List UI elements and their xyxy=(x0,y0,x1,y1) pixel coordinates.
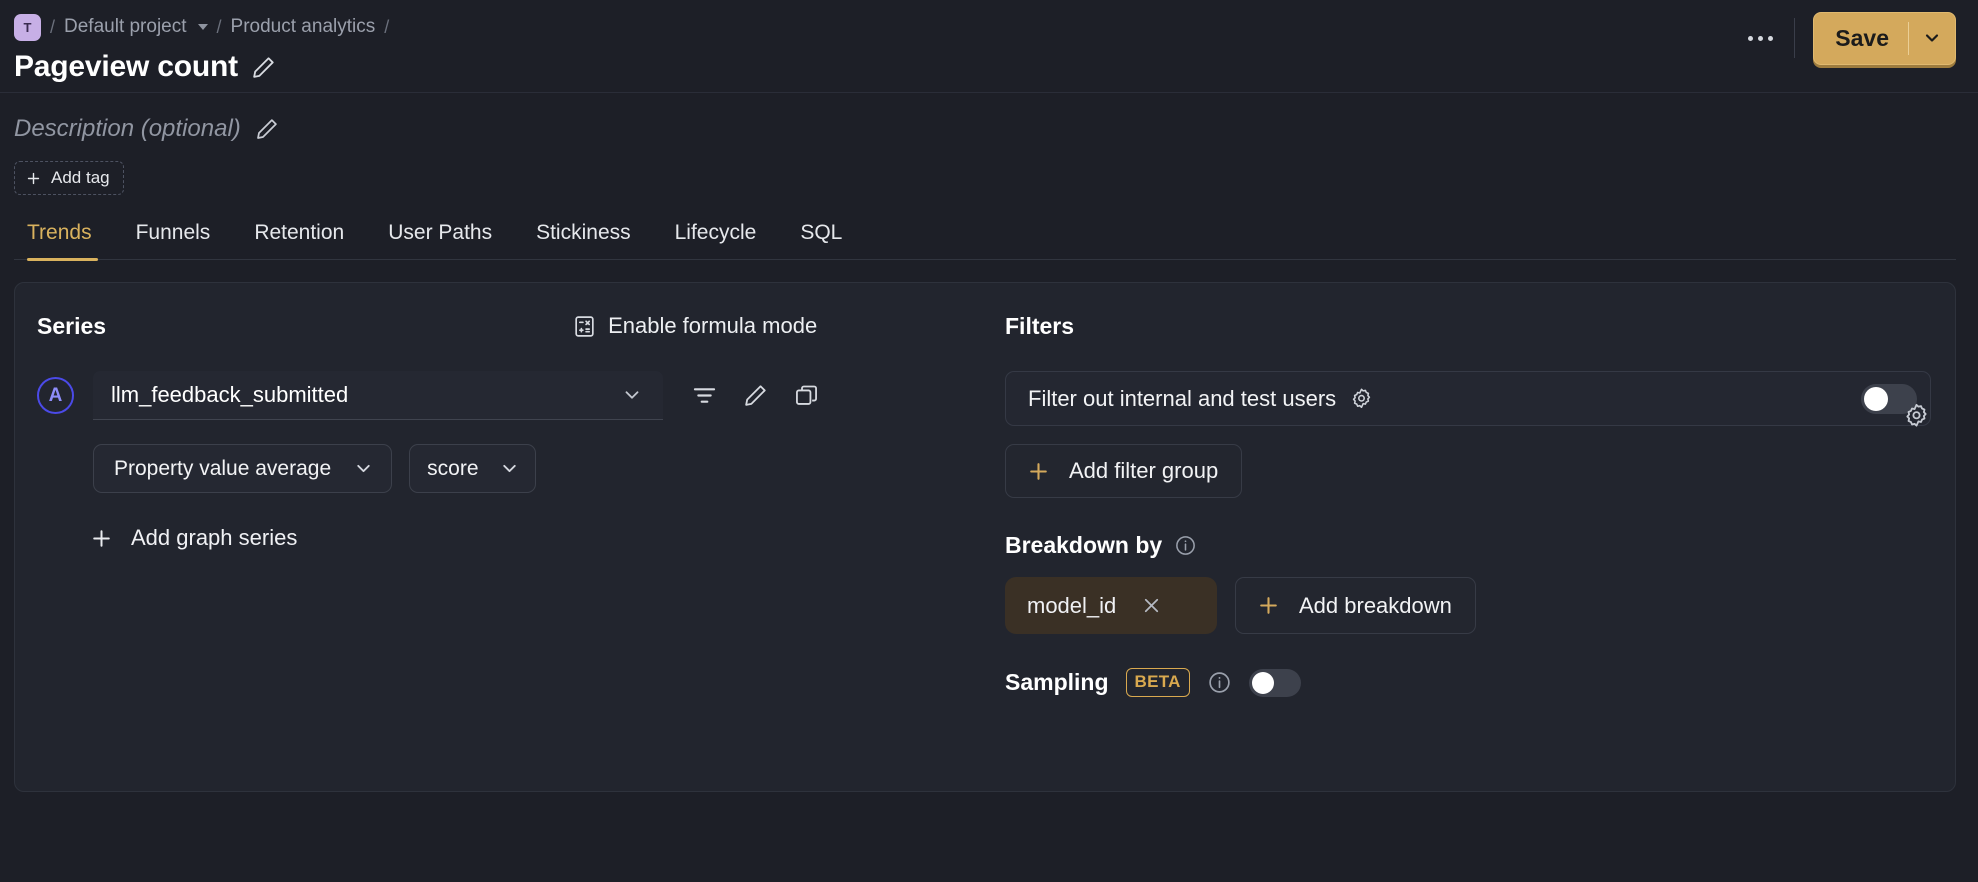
breakdown-chip[interactable]: model_id xyxy=(1005,577,1217,634)
tab-lifecycle[interactable]: Lifecycle xyxy=(653,221,779,259)
breadcrumb-separator-2: / xyxy=(216,16,222,37)
save-button[interactable]: Save xyxy=(1814,13,1908,64)
series-title: Series xyxy=(37,312,107,339)
breakdown-title: Breakdown by xyxy=(1005,532,1163,558)
math-type-label: Property value average xyxy=(114,456,332,480)
project-avatar[interactable]: T xyxy=(14,13,41,41)
add-graph-series-button[interactable]: Add graph series xyxy=(89,525,297,551)
plus-icon xyxy=(25,170,42,187)
breadcrumb-separator-1: / xyxy=(50,16,56,37)
chevron-down-icon xyxy=(621,384,643,406)
pencil-icon[interactable] xyxy=(254,116,280,142)
series-badge-a: A xyxy=(37,377,74,414)
filters-title: Filters xyxy=(1005,312,1075,339)
math-property-label: score xyxy=(427,456,479,480)
tab-funnels[interactable]: Funnels xyxy=(114,221,233,259)
tab-stickiness[interactable]: Stickiness xyxy=(514,221,653,259)
gear-icon[interactable] xyxy=(1349,386,1374,411)
plus-icon xyxy=(1026,459,1051,484)
breadcrumb-section[interactable]: Product analytics xyxy=(231,16,376,38)
save-button-group: Save xyxy=(1813,11,1956,65)
add-breakdown-button[interactable]: Add breakdown xyxy=(1235,577,1476,634)
series-entry-row: A llm_feedback_submitted xyxy=(37,371,985,420)
insight-tabs: Trends Funnels Retention User Paths Stic… xyxy=(14,221,1956,261)
breakdown-chip-label: model_id xyxy=(1027,592,1117,618)
math-type-select[interactable]: Property value average xyxy=(93,444,393,493)
enable-formula-mode-label: Enable formula mode xyxy=(608,313,818,338)
filter-icon[interactable] xyxy=(691,382,718,409)
sampling-row: Sampling BETA xyxy=(1005,668,1931,697)
series-header: Series Enable formula mode xyxy=(37,309,985,343)
page-title: Pageview count xyxy=(14,50,238,83)
add-filter-group-button[interactable]: Add filter group xyxy=(1005,444,1243,498)
internal-users-filter-label: Filter out internal and test users xyxy=(1028,385,1337,411)
chevron-down-icon xyxy=(499,458,520,479)
query-editor-card: Series Enable formula mode A llm_feedbac… xyxy=(14,282,1956,792)
tab-sql[interactable]: SQL xyxy=(778,221,864,259)
chevron-down-icon[interactable] xyxy=(197,24,208,30)
sampling-toggle[interactable] xyxy=(1248,668,1301,697)
pencil-icon[interactable] xyxy=(742,382,769,409)
series-actions xyxy=(691,382,820,409)
filters-column: Filters Filter out internal and test use… xyxy=(1005,283,1955,791)
breakdown-row: model_id Add breakdown xyxy=(1005,577,1931,634)
description-placeholder[interactable]: Description (optional) xyxy=(14,115,241,143)
tab-trends[interactable]: Trends xyxy=(14,221,114,261)
pencil-icon[interactable] xyxy=(250,54,277,81)
meta-section: Description (optional) Add tag xyxy=(0,93,1978,195)
enable-formula-mode-button[interactable]: Enable formula mode xyxy=(572,313,817,339)
plus-icon xyxy=(89,526,114,551)
copy-icon[interactable] xyxy=(793,382,820,409)
top-bar: T / Default project / Product analytics … xyxy=(0,0,1978,93)
math-property-select[interactable]: score xyxy=(409,444,536,493)
divider xyxy=(1794,18,1796,58)
tab-retention[interactable]: Retention xyxy=(232,221,366,259)
top-bar-actions: Save xyxy=(1732,10,1956,66)
beta-badge: BETA xyxy=(1125,668,1190,697)
add-breakdown-label: Add breakdown xyxy=(1299,592,1452,618)
series-math-row: Property value average score xyxy=(93,444,985,493)
save-dropdown-button[interactable] xyxy=(1909,13,1955,64)
info-icon[interactable] xyxy=(1174,534,1197,557)
add-tag-label: Add tag xyxy=(51,168,110,187)
add-graph-series-label: Add graph series xyxy=(131,525,298,550)
series-column: Series Enable formula mode A llm_feedbac… xyxy=(15,283,1005,791)
toggle-knob xyxy=(1864,386,1888,411)
filters-header: Filters xyxy=(1005,309,1931,343)
breakdown-settings-button[interactable] xyxy=(1902,401,1931,430)
calculator-icon xyxy=(572,314,597,339)
breadcrumb-project[interactable]: Default project xyxy=(64,16,187,38)
tab-user-paths[interactable]: User Paths xyxy=(366,221,514,259)
toggle-knob xyxy=(1251,671,1274,694)
internal-users-filter-label-group: Filter out internal and test users xyxy=(1028,386,1374,412)
internal-users-filter-row: Filter out internal and test users xyxy=(1005,371,1931,426)
info-icon[interactable] xyxy=(1207,670,1232,695)
breadcrumb: T / Default project / Product analytics … xyxy=(14,10,1956,44)
series-event-label: llm_feedback_submitted xyxy=(111,382,349,407)
add-filter-group-label: Add filter group xyxy=(1069,458,1219,483)
ellipsis-icon[interactable] xyxy=(1732,16,1788,60)
sampling-label: Sampling xyxy=(1005,669,1109,695)
chevron-down-icon xyxy=(353,458,374,479)
plus-icon xyxy=(1256,593,1281,618)
close-icon[interactable] xyxy=(1140,594,1163,617)
series-event-select[interactable]: llm_feedback_submitted xyxy=(93,371,663,420)
breakdown-header: Breakdown by xyxy=(1005,532,1931,559)
breadcrumb-separator-3: / xyxy=(384,16,390,37)
description-row: Description (optional) xyxy=(14,115,1956,143)
page-title-row: Pageview count xyxy=(14,50,1956,84)
add-tag-button[interactable]: Add tag xyxy=(14,161,124,195)
